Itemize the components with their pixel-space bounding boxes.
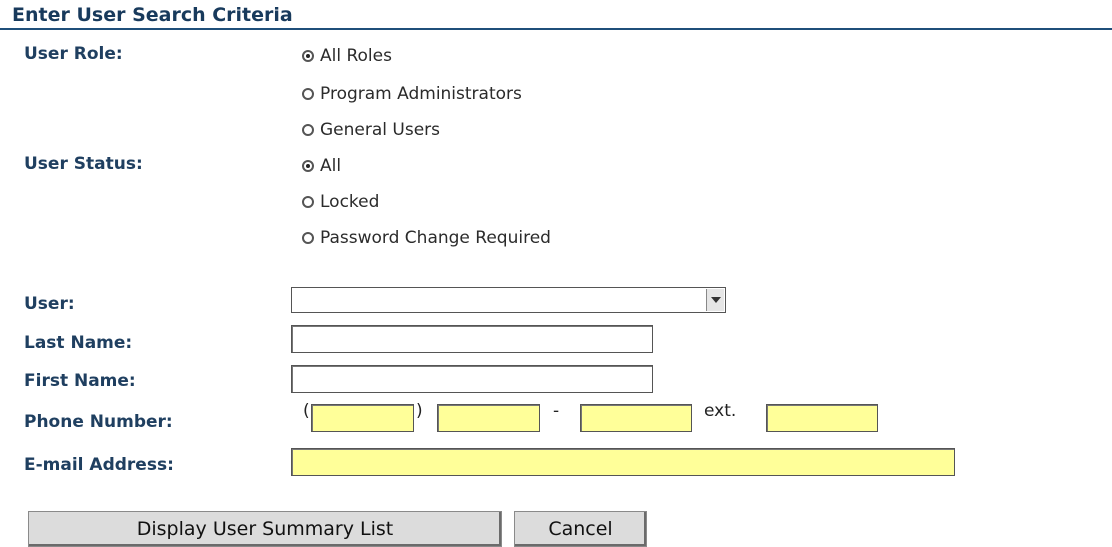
radio-icon [302, 124, 314, 136]
radio-all-roles[interactable]: All Roles [302, 46, 392, 66]
phone-open-paren: ( [303, 401, 310, 421]
phone-prefix-input[interactable] [437, 404, 540, 432]
section-header: Enter User Search Criteria [0, 0, 1112, 30]
phone-number-label: Phone Number: [24, 412, 173, 432]
phone-area-code-input[interactable] [311, 404, 414, 432]
phone-line-input[interactable] [580, 404, 692, 432]
radio-icon [302, 160, 314, 172]
section-title: Enter User Search Criteria [12, 4, 293, 26]
radio-locked[interactable]: Locked [302, 192, 379, 212]
phone-ext-input[interactable] [766, 404, 878, 432]
radio-status-all[interactable]: All [302, 156, 341, 176]
user-role-label: User Role: [24, 44, 123, 64]
user-label: User: [24, 294, 75, 314]
cancel-button[interactable]: Cancel [514, 511, 647, 547]
radio-icon [302, 232, 314, 244]
last-name-label: Last Name: [24, 333, 133, 353]
last-name-input[interactable] [291, 325, 653, 353]
first-name-input[interactable] [291, 365, 653, 393]
user-select[interactable] [291, 287, 726, 313]
user-status-label: User Status: [24, 154, 143, 174]
radio-general-users[interactable]: General Users [302, 120, 440, 140]
phone-close-paren: ) [416, 401, 423, 421]
display-user-summary-list-button[interactable]: Display User Summary List [28, 511, 502, 547]
radio-program-administrators[interactable]: Program Administrators [302, 84, 522, 104]
radio-icon [302, 88, 314, 100]
radio-password-change-required[interactable]: Password Change Required [302, 228, 551, 248]
first-name-label: First Name: [24, 371, 136, 391]
email-input[interactable] [291, 448, 955, 476]
radio-icon [302, 50, 314, 62]
phone-dash: - [553, 401, 560, 421]
phone-ext-label: ext. [704, 401, 737, 421]
chevron-down-icon[interactable] [706, 289, 724, 311]
email-label: E-mail Address: [24, 455, 174, 475]
radio-icon [302, 196, 314, 208]
